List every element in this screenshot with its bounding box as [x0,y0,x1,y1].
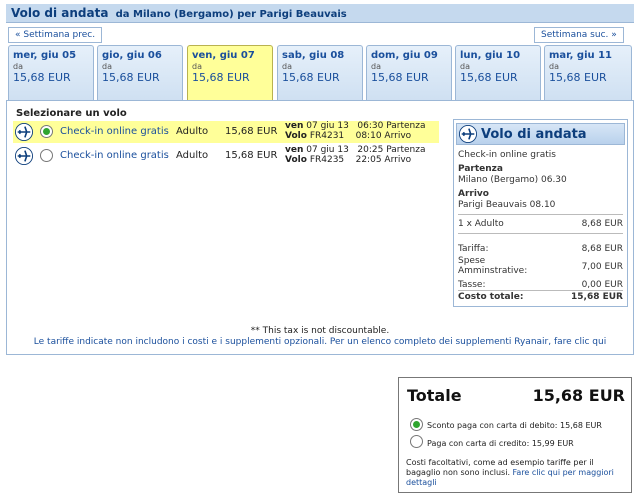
tab-date-6[interactable]: lun, giu 10 da 15,68 EUR [455,45,541,100]
page-title: Volo di andata [11,6,109,20]
summary-fare-row: Tariffa: 8,68 EUR [458,244,623,254]
total-box: Totale 15,68 EUR Sconto paga con carta d… [398,377,632,493]
divider [458,214,623,215]
select-flight-title: Selezionare un volo [16,108,127,119]
summary-header: Volo di andata [456,123,625,145]
tab-price: 15,68 EUR [460,71,518,84]
summary-departure: Milano (Bergamo) 06.30 [458,175,567,185]
tab-day: mer, giu 05 [13,50,77,61]
optional-costs-note: Costi facoltativi, come ad esempio tarif… [406,458,614,487]
flight-panel: Selezionare un volo Check-in online grat… [6,100,634,355]
debit-card-radio[interactable] [410,418,423,431]
credit-card-label: Paga con carta di credito: 15,99 EUR [427,439,574,448]
summary-title: Volo di andata [481,127,587,142]
tab-from: da [102,62,112,71]
route-subtitle: da Milano (Bergamo) per Parigi Beauvais [115,9,347,20]
flight-row[interactable]: Check-in online gratis Adulto 15,68 EUR … [13,121,439,143]
tab-from: da [371,62,381,71]
fees-note-link[interactable]: Le tariffe indicate non includono i cost… [7,337,633,347]
total-value: 15,68 EUR [532,386,625,405]
passenger-type: Adulto [176,126,209,137]
tax-note: ** This tax is not discountable. [250,326,390,336]
tab-date-2[interactable]: gio, giu 06 da 15,68 EUR [97,45,183,100]
booking-summary: Volo di andata Check-in online gratis Pa… [453,119,628,307]
tab-price: 15,68 EUR [549,71,607,84]
tab-price: 15,68 EUR [192,71,250,84]
flight-row[interactable]: Check-in online gratis Adulto 15,68 EUR … [13,145,439,167]
tab-date-5[interactable]: dom, giu 09 da 15,68 EUR [366,45,452,100]
tab-price: 15,68 EUR [13,71,71,84]
tab-date-1[interactable]: mer, giu 05 da 15,68 EUR [8,45,94,100]
flight-price: 15,68 EUR [225,150,278,161]
summary-arrival-label: Arrivo [458,189,489,199]
summary-departure-label: Partenza [458,164,503,174]
tab-day: sab, giu 08 [282,50,345,61]
flight-line-1: ven 07 giu 13 06:30 Partenza [285,121,426,131]
tab-day: ven, giu 07 [192,50,255,61]
flight-radio[interactable] [40,149,53,162]
plane-icon [15,123,33,141]
divider [458,233,623,234]
tab-from: da [192,62,202,71]
page-header: Volo di andata da Milano (Bergamo) per P… [6,4,634,23]
tab-price: 15,68 EUR [102,71,160,84]
next-week-button[interactable]: Settimana suc. » [534,27,624,43]
total-label: Totale [407,386,462,405]
flight-line-2: Volo FR4231 08:10 Arrivo [285,131,412,141]
tab-date-3-selected[interactable]: ven, giu 07 da 15,68 EUR [187,45,273,100]
summary-tax-row: Tasse: 0,00 EUR [458,280,623,290]
tab-from: da [549,62,559,71]
tab-day: mar, giu 11 [549,50,613,61]
tab-day: gio, giu 06 [102,50,162,61]
tab-date-4[interactable]: sab, giu 08 da 15,68 EUR [277,45,363,100]
summary-checkin: Check-in online gratis [458,150,556,160]
tab-price: 15,68 EUR [371,71,429,84]
passenger-type: Adulto [176,150,209,161]
flight-line-1: ven 07 giu 13 20:25 Partenza [285,145,426,155]
prev-week-button[interactable]: « Settimana prec. [8,27,103,43]
tab-from: da [460,62,470,71]
summary-arrival: Parigi Beauvais 08.10 [458,200,556,210]
date-tabs: mer, giu 05 da 15,68 EUR gio, giu 06 da … [6,45,634,100]
plane-icon [15,147,33,165]
tab-day: dom, giu 09 [371,50,438,61]
debit-card-label: Sconto paga con carta di debito: 15,68 E… [427,421,602,430]
divider [458,290,623,291]
summary-pax-row: 1 x Adulto 8,68 EUR [458,219,623,229]
plane-icon [459,125,477,143]
tab-price: 15,68 EUR [282,71,340,84]
tab-date-7[interactable]: mar, giu 11 da 15,68 EUR [544,45,632,100]
checkin-label: Check-in online gratis [60,150,169,161]
tab-from: da [282,62,292,71]
credit-card-radio[interactable] [410,435,423,448]
tab-day: lun, giu 10 [460,50,521,61]
summary-total-row: Costo totale: 15,68 EUR [458,292,623,302]
flight-price: 15,68 EUR [225,126,278,137]
flight-radio-selected[interactable] [40,125,53,138]
tab-from: da [13,62,23,71]
summary-fees-row: Spese Amminstrative: 7,00 EUR [458,256,623,276]
checkin-label: Check-in online gratis [60,126,169,137]
flight-line-2: Volo FR4235 22:05 Arrivo [285,155,412,165]
